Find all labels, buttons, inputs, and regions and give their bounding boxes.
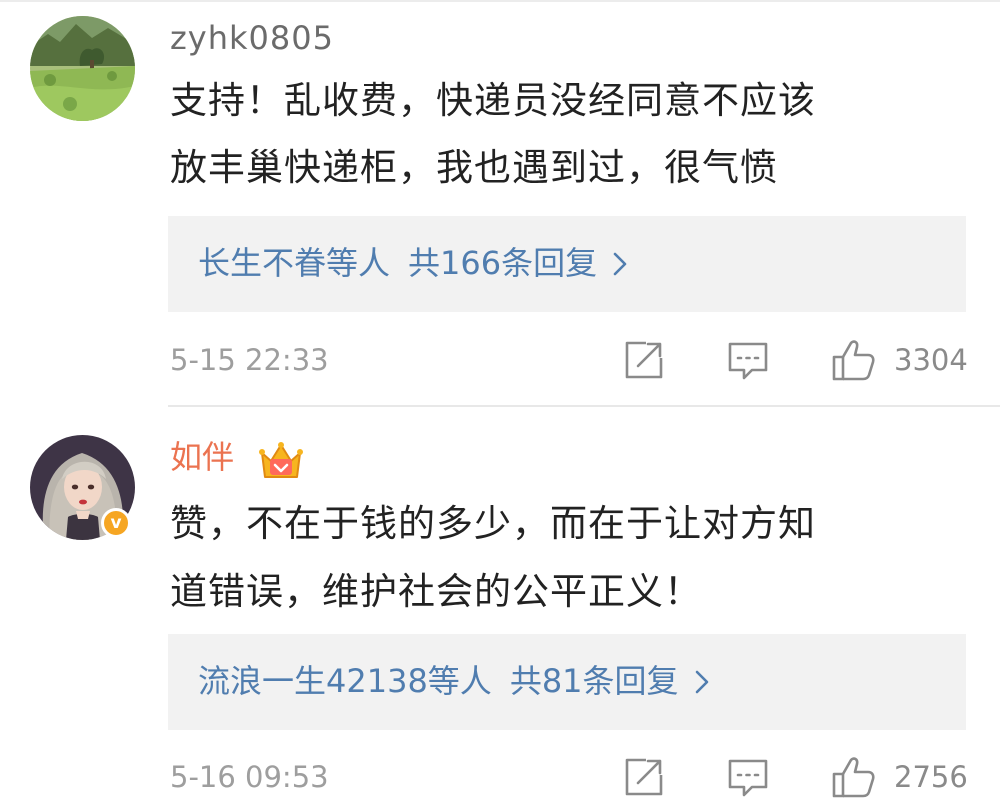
chevron-right-icon — [695, 670, 708, 694]
thumbs-up-icon — [832, 340, 875, 381]
comment-feed: zyhk0805 支持！乱收费，快递员没经同意不应该 放丰巢快递柜，我也遇到过，… — [0, 0, 1000, 803]
comment-time: 5-16 09:53 — [170, 760, 329, 794]
reply-summary-text: 长生不眷等人 共166条回复 — [198, 241, 627, 285]
reply-count: 共81条回复 — [509, 662, 679, 700]
chevron-right-icon — [613, 252, 627, 276]
thumbs-up-icon — [832, 757, 875, 798]
verified-badge-icon: v — [101, 508, 131, 538]
reply-summary[interactable]: 流浪一生42138等人 共81条回复 — [168, 634, 966, 730]
reply-summary-text: 流浪一生42138等人 共81条回复 — [198, 659, 709, 703]
share-icon — [625, 758, 663, 796]
like-button[interactable]: 2756 — [830, 755, 970, 799]
share-button[interactable] — [622, 755, 666, 799]
comment-text-line: 支持！乱收费，快递员没经同意不应该 — [170, 79, 816, 122]
like-button[interactable]: 3304 — [830, 338, 970, 382]
comment-text-line: 放丰巢快递柜，我也遇到过，很气愤 — [170, 146, 778, 189]
comment-time: 5-15 22:33 — [170, 343, 329, 377]
username[interactable]: zyhk0805 — [170, 18, 334, 58]
reply-names: 长生不眷等人 — [198, 244, 391, 282]
reply-count: 共166条回复 — [408, 244, 598, 282]
reply-summary[interactable]: 长生不眷等人 共166条回复 — [168, 216, 966, 312]
share-button[interactable] — [622, 338, 666, 382]
reply-names: 流浪一生42138等人 — [198, 662, 492, 700]
username[interactable]: 如伴 — [170, 437, 234, 477]
crown-badge-icon — [259, 442, 303, 478]
comment-icon — [728, 342, 768, 380]
share-icon — [625, 341, 663, 379]
comment-icon — [728, 759, 768, 797]
landscape-avatar-icon[interactable] — [30, 16, 135, 121]
comment-item: zyhk0805 支持！乱收费，快递员没经同意不应该 放丰巢快递柜，我也遇到过，… — [0, 0, 1000, 405]
comment-item: v 如伴 赞，不在于钱的多少，而在于让对方知 道错误，维护社会的公平正义！ 流浪… — [0, 407, 1000, 803]
comment-button[interactable] — [726, 338, 770, 382]
comment-button[interactable] — [726, 755, 770, 799]
like-count: 3304 — [894, 343, 968, 377]
comment-text-line: 道错误，维护社会的公平正义！ — [170, 570, 702, 613]
comment-text-line: 赞，不在于钱的多少，而在于让对方知 — [170, 502, 816, 545]
like-count: 2756 — [894, 760, 968, 794]
